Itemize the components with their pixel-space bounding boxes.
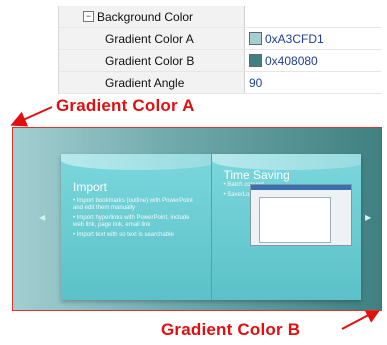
page-wave-decoration — [61, 154, 211, 170]
group-row-background-color[interactable]: − Background Color — [59, 6, 381, 28]
color-swatch-icon — [249, 54, 262, 67]
property-grid: − Background Color Gradient Color A 0xA3… — [58, 6, 381, 94]
background-preview: ◀ ▶ Import • Import bookmarks (outline) … — [12, 127, 382, 311]
group-label: Background Color — [97, 9, 194, 24]
property-row-gradient-color-b[interactable]: Gradient Color B 0x408080 — [59, 50, 381, 72]
book-page-right[interactable]: Time Saving • Batch convert • Save/Load … — [211, 154, 361, 300]
annotation-gradient-color-b: Gradient Color B — [161, 320, 301, 339]
property-value[interactable]: 90 — [245, 72, 381, 93]
next-page-arrow-icon[interactable]: ▶ — [365, 213, 371, 222]
page-title: Time Saving — [223, 168, 290, 182]
arrow-to-gradient-b — [341, 308, 382, 330]
page-bullets: • Import bookmarks (outline) with PowerP… — [73, 198, 193, 238]
property-value[interactable]: 0x408080 — [245, 50, 381, 71]
color-swatch-icon — [249, 32, 262, 45]
property-label: Gradient Angle — [59, 72, 245, 93]
property-row-gradient-angle[interactable]: Gradient Angle 90 — [59, 72, 381, 94]
previous-page-arrow-icon[interactable]: ◀ — [39, 213, 45, 222]
property-label: Gradient Color A — [59, 28, 245, 49]
property-label: Gradient Color B — [59, 50, 245, 71]
page-title: Import — [73, 180, 108, 194]
flipbook[interactable]: Import • Import bookmarks (outline) with… — [61, 154, 361, 300]
property-value[interactable]: 0xA3CFD1 — [245, 28, 381, 49]
screenshot-thumbnail — [249, 184, 352, 246]
arrow-to-gradient-a — [10, 106, 53, 127]
property-row-gradient-color-a[interactable]: Gradient Color A 0xA3CFD1 — [59, 28, 381, 50]
book-page-left[interactable]: Import • Import bookmarks (outline) with… — [61, 154, 212, 300]
annotation-gradient-color-a: Gradient Color A — [56, 96, 195, 115]
collapse-icon[interactable]: − — [83, 11, 94, 22]
